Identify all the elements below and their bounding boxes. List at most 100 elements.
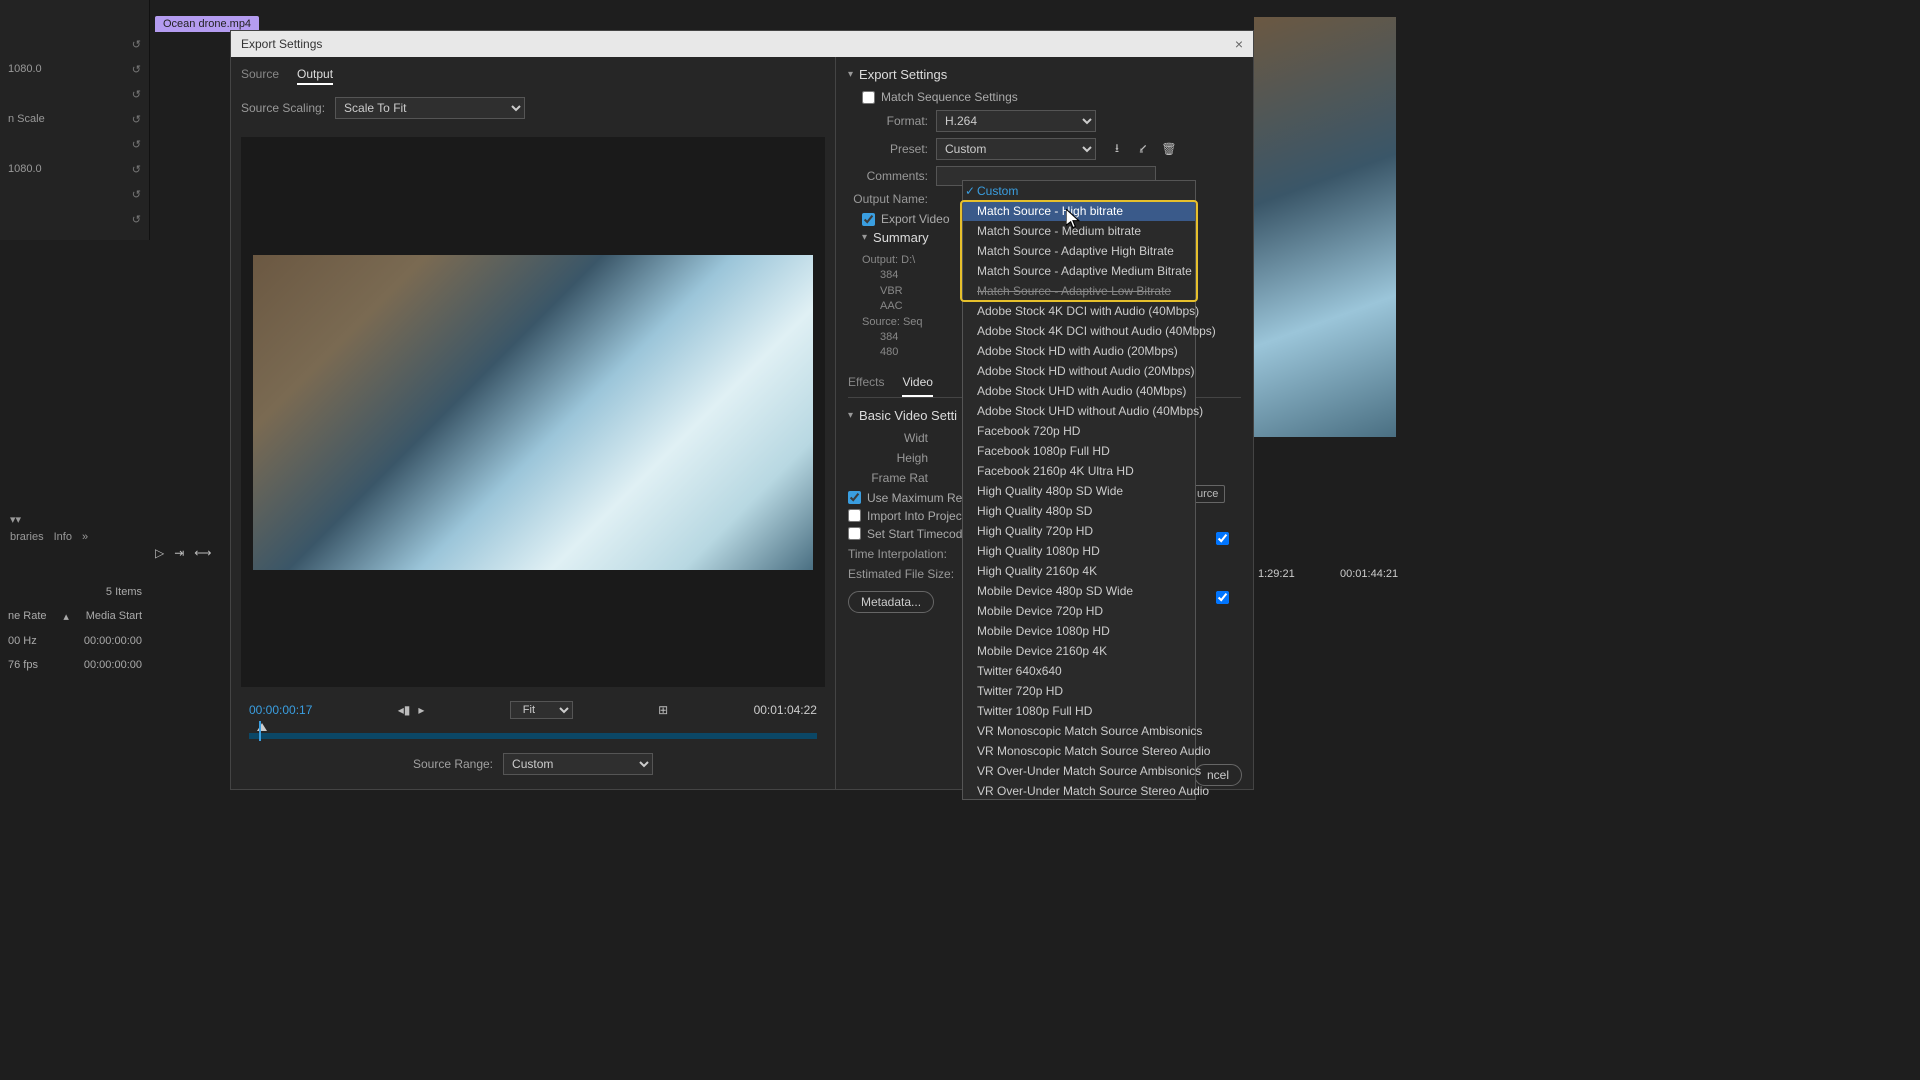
source-scaling-label: Source Scaling: — [241, 101, 325, 115]
delete-preset-icon[interactable]: 🗑 — [1160, 140, 1178, 158]
source-range-select[interactable]: Custom — [503, 753, 653, 775]
metadata-button[interactable]: Metadata... — [848, 591, 934, 613]
height-label: Heigh — [848, 451, 928, 465]
value-height[interactable]: 1080.0 — [8, 163, 42, 176]
zoom-fit-select[interactable]: Fit — [510, 701, 573, 719]
preset-option[interactable]: Facebook 720p HD — [963, 421, 1195, 441]
preset-option[interactable]: Mobile Device 480p SD Wide — [963, 581, 1195, 601]
tab-video[interactable]: Video — [902, 371, 932, 397]
ruler-timecode: 00:01:44:21 — [1340, 568, 1398, 580]
format-label: Format: — [848, 114, 928, 128]
panel-menu-icon[interactable]: » — [82, 531, 88, 543]
column-media-start: Media Start — [86, 610, 142, 623]
import-preset-icon[interactable]: ⭹ — [1134, 140, 1152, 158]
preset-option[interactable]: Match Source - Adaptive High Bitrate — [963, 241, 1195, 261]
cell-tc: 00:00:00:00 — [84, 635, 142, 647]
cell-tc: 00:00:00:00 — [84, 659, 142, 671]
current-timecode[interactable]: 00:00:00:17 — [249, 703, 312, 717]
reset-icon[interactable]: ↺ — [132, 113, 141, 126]
preset-option[interactable]: Mobile Device 720p HD — [963, 601, 1195, 621]
preset-option[interactable]: Facebook 2160p 4K Ultra HD — [963, 461, 1195, 481]
reset-icon[interactable]: ↺ — [132, 188, 141, 201]
format-select[interactable]: H.264 — [936, 110, 1096, 132]
reset-icon[interactable]: ↺ — [132, 88, 141, 101]
selection-tool-icon[interactable]: ▷ — [155, 546, 164, 560]
preset-option[interactable]: Adobe Stock HD with Audio (20Mbps) — [963, 341, 1195, 361]
preset-select[interactable]: Custom — [936, 138, 1096, 160]
effect-controls-panel: ↺ 1080.0 ↺ ↺ n Scale ↺ ↺ 1080.0 ↺ ↺ ↺ — [0, 0, 150, 240]
param-scale: n Scale — [8, 113, 45, 126]
tab-effects[interactable]: Effects — [848, 371, 884, 397]
chevron-down-icon: ▾ — [862, 232, 867, 243]
framerate-label: Frame Rat — [848, 471, 928, 485]
est-file-size-label: Estimated File Size: — [848, 567, 954, 581]
preset-option[interactable]: VR Over-Under Match Source Ambisonics — [963, 761, 1195, 781]
source-range-label: Source Range: — [413, 757, 493, 771]
preset-option[interactable]: Adobe Stock 4K DCI without Audio (40Mbps… — [963, 321, 1195, 341]
play-icon[interactable]: ▸ — [418, 703, 424, 717]
preset-option[interactable]: Adobe Stock HD without Audio (20Mbps) — [963, 361, 1195, 381]
playhead[interactable] — [259, 721, 261, 741]
preset-option[interactable]: Adobe Stock UHD without Audio (40Mbps) — [963, 401, 1195, 421]
cell-fps: 76 fps — [8, 659, 38, 671]
panel-tab-libraries[interactable]: braries — [10, 531, 44, 543]
preset-option[interactable]: Adobe Stock 4K DCI with Audio (40Mbps) — [963, 301, 1195, 321]
cell-hz: 00 Hz — [8, 635, 37, 647]
panel-tab-info[interactable]: Info — [54, 531, 72, 543]
source-scaling-select[interactable]: Scale To Fit — [335, 97, 525, 119]
preset-option[interactable]: Mobile Device 1080p HD — [963, 621, 1195, 641]
tab-output[interactable]: Output — [297, 67, 333, 85]
dialog-titlebar: Export Settings × — [231, 31, 1253, 57]
value-height[interactable]: 1080.0 — [8, 63, 42, 76]
save-preset-icon[interactable]: ⭳ — [1108, 140, 1126, 158]
preset-option[interactable]: High Quality 720p HD — [963, 521, 1195, 541]
preset-option[interactable]: Custom — [963, 181, 1195, 201]
ruler-timecode: 1:29:21 — [1258, 568, 1295, 580]
preset-option[interactable]: Match Source - Adaptive Low Bitrate — [963, 281, 1195, 301]
column-rate: ne Rate — [8, 610, 47, 623]
step-back-icon[interactable]: ◂▮ — [398, 703, 411, 717]
reset-icon[interactable]: ↺ — [132, 138, 141, 151]
preset-option[interactable]: High Quality 2160p 4K — [963, 561, 1195, 581]
ripple-tool-icon[interactable]: ⇥ — [174, 546, 184, 560]
chevron-down-icon: ▾ — [848, 410, 853, 421]
close-icon[interactable]: × — [1235, 36, 1243, 52]
width-label: Widt — [848, 431, 928, 445]
duration-timecode: 00:01:04:22 — [754, 703, 817, 717]
match-sequence-checkbox[interactable]: Match Sequence Settings — [862, 90, 1241, 104]
reset-icon[interactable]: ↺ — [132, 63, 141, 76]
preset-option[interactable]: High Quality 1080p HD — [963, 541, 1195, 561]
reset-icon[interactable]: ↺ — [132, 163, 141, 176]
preset-option[interactable]: Twitter 720p HD — [963, 681, 1195, 701]
rate-tool-icon[interactable]: ⟷ — [194, 546, 211, 560]
preset-option[interactable]: VR Monoscopic Match Source Ambisonics — [963, 721, 1195, 741]
aspect-icon[interactable]: ⊞ — [658, 703, 668, 717]
link-checkbox[interactable] — [1216, 532, 1229, 545]
dialog-title-text: Export Settings — [241, 37, 322, 51]
item-count: 5 Items — [0, 580, 150, 604]
time-interpolation-label: Time Interpolation: — [848, 547, 947, 561]
preset-option[interactable]: Twitter 1080p Full HD — [963, 701, 1195, 721]
time-scrubber[interactable] — [249, 725, 817, 743]
export-settings-section-header[interactable]: ▾ Export Settings — [848, 67, 1241, 82]
sort-up-icon[interactable]: ▴ — [63, 610, 69, 623]
preset-option[interactable]: Twitter 640x640 — [963, 661, 1195, 681]
preset-option[interactable]: High Quality 480p SD Wide — [963, 481, 1195, 501]
preset-option[interactable]: VR Monoscopic Match Source Stereo Audio — [963, 741, 1195, 761]
preset-option[interactable]: Match Source - Medium bitrate — [963, 221, 1195, 241]
preset-option[interactable]: Match Source - Adaptive Medium Bitrate — [963, 261, 1195, 281]
reset-icon[interactable]: ↺ — [132, 38, 141, 51]
preset-option[interactable]: VR Over-Under Match Source Stereo Audio — [963, 781, 1195, 801]
preset-option[interactable]: Facebook 1080p Full HD — [963, 441, 1195, 461]
preset-option[interactable]: Match Source - High bitrate — [963, 201, 1195, 221]
tab-source[interactable]: Source — [241, 67, 279, 85]
reset-icon[interactable]: ↺ — [132, 213, 141, 226]
preset-dropdown-list[interactable]: CustomMatch Source - High bitrateMatch S… — [962, 180, 1196, 800]
chevron-down-icon: ▾ — [848, 69, 853, 80]
preset-option[interactable]: Mobile Device 2160p 4K — [963, 641, 1195, 661]
cancel-button-partial[interactable]: ncel — [1194, 764, 1242, 786]
link-checkbox[interactable] — [1216, 591, 1229, 604]
preset-option[interactable]: Adobe Stock UHD with Audio (40Mbps) — [963, 381, 1195, 401]
preset-option[interactable]: High Quality 480p SD — [963, 501, 1195, 521]
preview-video-frame — [241, 137, 825, 687]
